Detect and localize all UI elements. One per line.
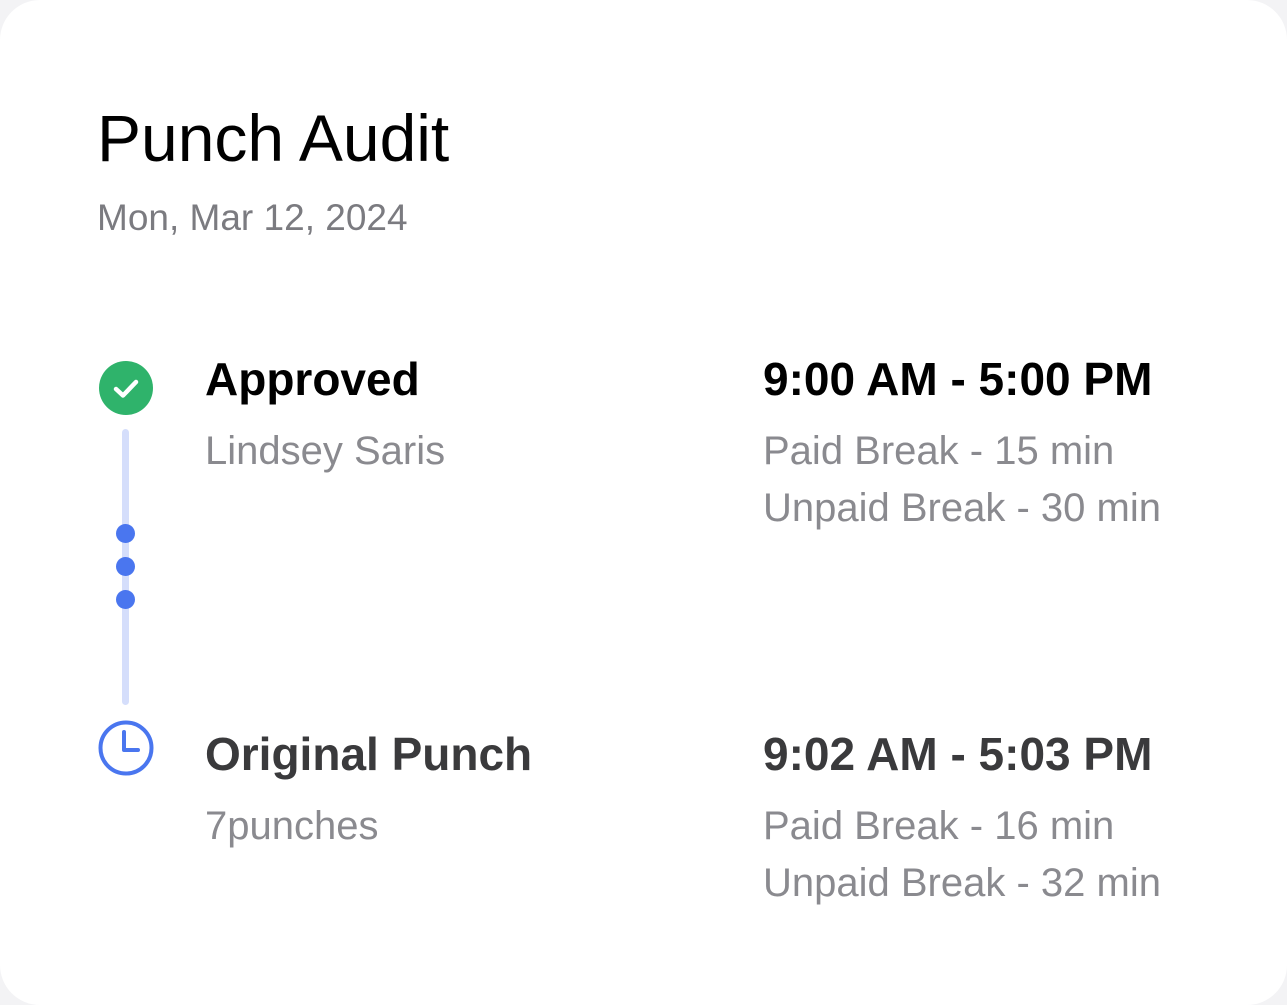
original-unpaid-break: Unpaid Break - 32 min [763, 861, 1161, 905]
check-circle-icon [98, 360, 154, 416]
punch-audit-card: Punch Audit Mon, Mar 12, 2024 Approved L… [0, 0, 1287, 1005]
audit-date: Mon, Mar 12, 2024 [97, 197, 408, 238]
entry-status-original: Original Punch [205, 728, 533, 780]
original-paid-break: Paid Break - 16 min [763, 804, 1115, 848]
entry-source: 7punches [205, 804, 379, 848]
original-time-range: 9:02 AM - 5:03 PM [763, 728, 1153, 780]
timeline-dot [116, 590, 135, 609]
approved-unpaid-break: Unpaid Break - 30 min [763, 486, 1161, 530]
timeline-dot [116, 557, 135, 576]
approved-time-range: 9:00 AM - 5:00 PM [763, 353, 1153, 405]
approved-paid-break: Paid Break - 15 min [763, 429, 1115, 473]
clock-icon [98, 720, 154, 776]
timeline-dot [116, 524, 135, 543]
entry-actor: Lindsey Saris [205, 429, 446, 473]
page-title: Punch Audit [97, 101, 450, 175]
entry-status-approved: Approved [205, 353, 420, 405]
